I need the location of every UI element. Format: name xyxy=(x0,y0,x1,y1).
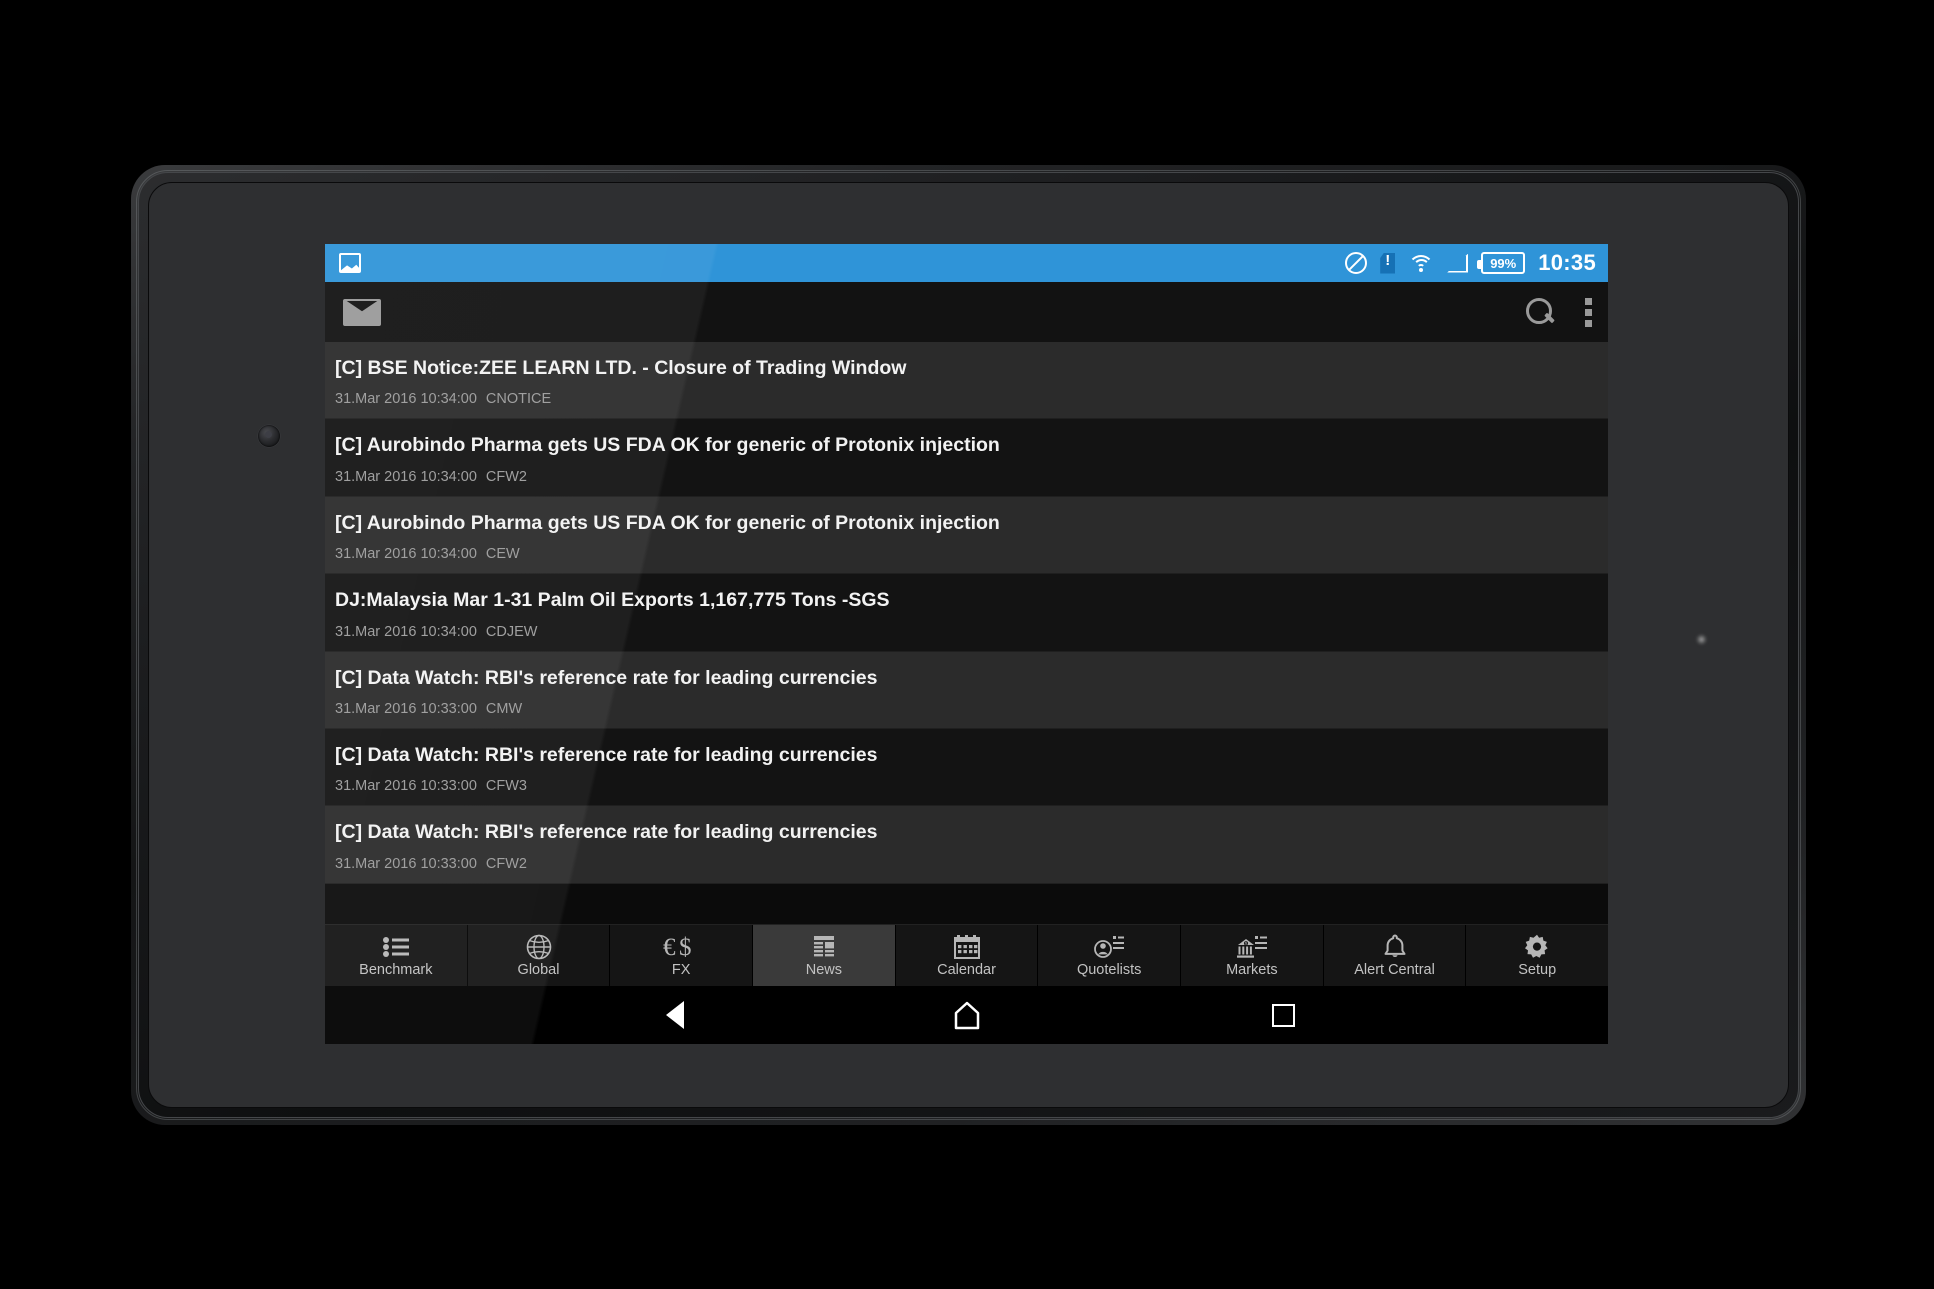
battery-icon: 99% xyxy=(1477,252,1526,274)
battery-percent-label: 99% xyxy=(1490,255,1517,271)
news-timestamp: 31.Mar 2016 10:33:00 xyxy=(335,855,477,872)
recents-square-icon xyxy=(1271,1003,1295,1027)
news-headline: [C] Data Watch: RBI's reference rate for… xyxy=(335,743,878,766)
notification-led xyxy=(1696,634,1707,645)
gear-icon xyxy=(1524,934,1550,960)
news-meta: 31.Mar 2016 10:33:00 CFW2 xyxy=(325,856,1608,872)
wifi-icon xyxy=(1408,253,1435,274)
news-timestamp: 31.Mar 2016 10:33:00 xyxy=(335,778,477,795)
news-list[interactable]: [C] BSE Notice:ZEE LEARN LTD. - Closure … xyxy=(325,342,1608,884)
nav-home-button[interactable] xyxy=(932,986,1002,1044)
tab-label: Setup xyxy=(1518,961,1557,978)
sim-card-alert-icon xyxy=(1380,252,1396,274)
tab-calendar[interactable]: Calendar xyxy=(895,925,1039,986)
bulleted-list-icon xyxy=(382,934,409,960)
euro-dollar-icon: € $ xyxy=(663,934,699,960)
svg-text:$: $ xyxy=(679,934,692,960)
news-meta: 31.Mar 2016 10:34:00 CDJEW xyxy=(325,624,1608,640)
tab-benchmark[interactable]: Benchmark xyxy=(325,925,468,986)
tab-global[interactable]: Global xyxy=(467,925,611,986)
news-headline: [C] Aurobindo Pharma gets US FDA OK for … xyxy=(335,434,1000,457)
newspaper-icon xyxy=(810,934,838,960)
tab-label: Global xyxy=(517,961,560,978)
tab-label: Calendar xyxy=(937,961,996,978)
nav-recents-button[interactable] xyxy=(1248,986,1318,1044)
news-row[interactable]: [C] Data Watch: RBI's reference rate for… xyxy=(325,806,1608,884)
tab-fx[interactable]: € $ FX xyxy=(610,925,754,986)
news-row[interactable]: [C] Aurobindo Pharma gets US FDA OK for … xyxy=(325,419,1608,497)
bank-icon: $ xyxy=(1236,934,1267,960)
screenshot-stage: 99% 10:35 [C] BSE Notice:ZEE LEARN LTD. … xyxy=(0,0,1934,1289)
news-timestamp: 31.Mar 2016 10:33:00 xyxy=(335,700,477,717)
cell-signal-icon xyxy=(1447,253,1469,273)
back-triangle-icon xyxy=(666,1001,684,1029)
news-row[interactable]: DJ:Malaysia Mar 1-31 Palm Oil Exports 1,… xyxy=(325,574,1608,652)
android-navigation-bar xyxy=(325,986,1608,1044)
image-icon xyxy=(339,253,361,273)
app-bar xyxy=(325,282,1608,342)
status-bar: 99% 10:35 xyxy=(325,244,1608,282)
tab-label: FX xyxy=(671,961,691,978)
person-list-icon xyxy=(1094,934,1125,960)
news-meta: 31.Mar 2016 10:34:00 CNOTICE xyxy=(325,391,1608,407)
tab-markets[interactable]: $ Markets xyxy=(1181,925,1324,986)
news-source-code: CFW2 xyxy=(485,855,527,872)
home-pentagon-icon xyxy=(952,1000,982,1030)
news-meta: 31.Mar 2016 10:34:00 CFW2 xyxy=(325,469,1608,485)
news-timestamp: 31.Mar 2016 10:34:00 xyxy=(335,546,477,563)
news-headline: [C] BSE Notice:ZEE LEARN LTD. - Closure … xyxy=(335,357,907,379)
news-row[interactable]: [C] Data Watch: RBI's reference rate for… xyxy=(325,728,1608,807)
globe-icon xyxy=(526,934,552,960)
search-icon[interactable] xyxy=(1525,297,1555,327)
overflow-menu-icon[interactable] xyxy=(1585,297,1592,327)
tab-news[interactable]: News xyxy=(753,925,896,986)
news-timestamp: 31.Mar 2016 10:34:00 xyxy=(335,468,477,485)
mail-icon[interactable] xyxy=(343,298,381,326)
news-meta: 31.Mar 2016 10:33:00 CMW xyxy=(325,701,1608,717)
news-meta: 31.Mar 2016 10:34:00 CEW xyxy=(325,546,1608,562)
news-source-code: CNOTICE xyxy=(485,391,552,408)
news-headline: [C] Aurobindo Pharma gets US FDA OK for … xyxy=(335,511,1000,534)
nav-back-button[interactable] xyxy=(640,986,710,1044)
tab-alert-central[interactable]: Alert Central xyxy=(1323,925,1467,986)
news-headline: DJ:Malaysia Mar 1-31 Palm Oil Exports 1,… xyxy=(335,589,890,612)
news-timestamp: 31.Mar 2016 10:34:00 xyxy=(335,391,477,408)
news-source-code: CFW2 xyxy=(485,468,527,485)
front-camera-icon xyxy=(258,425,280,447)
news-source-code: CFW3 xyxy=(485,778,527,795)
news-row[interactable]: [C] Aurobindo Pharma gets US FDA OK for … xyxy=(325,496,1608,575)
status-bar-notifications xyxy=(339,253,361,273)
bell-icon xyxy=(1383,934,1407,960)
tab-label: News xyxy=(805,961,842,978)
bottom-tab-bar: Benchmark Global € $ FX News Calendar Quotelist… xyxy=(325,924,1608,986)
tab-setup[interactable]: Setup xyxy=(1466,925,1608,986)
news-meta: 31.Mar 2016 10:33:00 CFW3 xyxy=(325,778,1608,794)
news-row[interactable]: [C] Data Watch: RBI's reference rate for… xyxy=(325,651,1608,729)
do-not-disturb-icon xyxy=(1345,252,1368,274)
news-source-code: CEW xyxy=(485,546,520,563)
news-timestamp: 31.Mar 2016 10:34:00 xyxy=(335,623,477,640)
device-screen: 99% 10:35 [C] BSE Notice:ZEE LEARN LTD. … xyxy=(325,244,1608,1044)
tab-label: Alert Central xyxy=(1354,961,1435,978)
news-row[interactable]: [C] BSE Notice:ZEE LEARN LTD. - Closure … xyxy=(325,342,1608,420)
app-bar-actions xyxy=(1525,297,1592,327)
svg-text:€: € xyxy=(663,934,676,960)
tab-label: Quotelists xyxy=(1076,961,1142,978)
news-headline: [C] Data Watch: RBI's reference rate for… xyxy=(335,821,878,844)
news-headline: [C] Data Watch: RBI's reference rate for… xyxy=(335,666,878,689)
tab-label: Benchmark xyxy=(359,961,433,978)
status-bar-clock: 10:35 xyxy=(1538,250,1596,275)
calendar-icon xyxy=(953,934,980,960)
news-source-code: CDJEW xyxy=(485,623,538,640)
news-source-code: CMW xyxy=(485,700,523,717)
status-bar-system-icons: 99% 10:35 xyxy=(1345,250,1596,276)
tab-quotelists[interactable]: Quotelists xyxy=(1038,925,1182,986)
tab-label: Markets xyxy=(1226,961,1278,978)
